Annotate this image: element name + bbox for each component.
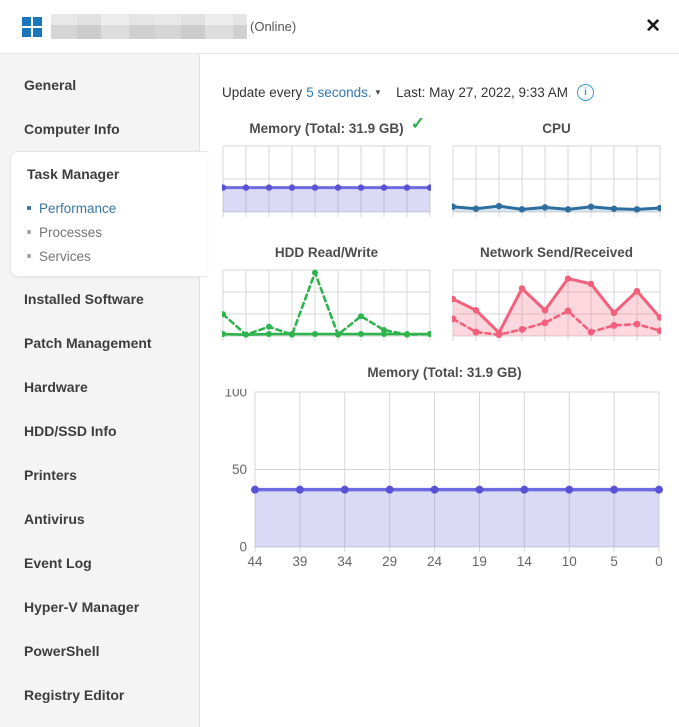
sidebar-item-powershell[interactable]: PowerShell <box>0 629 199 673</box>
sidebar-active-section-card: Task Manager Performance Processes Servi… <box>10 151 207 277</box>
sidebar-item-computer-info[interactable]: Computer Info <box>0 107 199 151</box>
sidebar-item-task-manager[interactable]: Task Manager <box>11 152 207 196</box>
network-plot <box>452 269 661 343</box>
svg-text:100: 100 <box>224 389 247 400</box>
network-chart: Network Send/Received <box>452 219 661 343</box>
svg-text:50: 50 <box>232 462 247 477</box>
sidebar-subitem-services[interactable]: Services <box>11 244 207 268</box>
memory-small-chart: Memory (Total: 31.9 GB) ✓ <box>222 121 431 219</box>
sidebar-item-hyper-v-manager[interactable]: Hyper-V Manager <box>0 585 199 629</box>
chart-title-hdd: HDD Read/Write <box>222 245 431 263</box>
svg-text:29: 29 <box>382 554 397 569</box>
svg-text:0: 0 <box>239 540 247 555</box>
update-prefix-label: Update every <box>222 85 302 100</box>
chevron-down-icon[interactable]: ▾ <box>376 87 381 98</box>
sidebar-nav: General Computer Info Task Manager Perfo… <box>0 54 200 727</box>
sidebar-subitem-performance[interactable]: Performance <box>11 196 207 220</box>
hdd-chart: HDD Read/Write <box>222 219 431 343</box>
cpu-small-chart: CPU <box>452 121 661 219</box>
chart-title-memory: Memory (Total: 31.9 GB) <box>222 121 431 139</box>
sidebar-item-hardware[interactable]: Hardware <box>0 365 199 409</box>
sidebar-item-event-log[interactable]: Event Log <box>0 541 199 585</box>
memory-small-plot <box>222 145 431 219</box>
windows-logo-icon <box>22 17 41 36</box>
check-icon: ✓ <box>411 114 425 134</box>
svg-text:24: 24 <box>427 554 443 569</box>
svg-text:39: 39 <box>292 554 307 569</box>
chart-title-network: Network Send/Received <box>452 245 661 263</box>
sidebar-item-hdd-ssd-info[interactable]: HDD/SSD Info <box>0 409 199 453</box>
sidebar-item-registry-editor[interactable]: Registry Editor <box>0 673 199 717</box>
svg-text:44: 44 <box>247 554 263 569</box>
update-interval-link[interactable]: 5 seconds. <box>306 85 371 100</box>
svg-text:5: 5 <box>610 554 618 569</box>
close-icon[interactable]: ✕ <box>645 17 661 36</box>
sidebar-item-printers[interactable]: Printers <box>0 453 199 497</box>
memory-large-chart: Memory (Total: 31.9 GB) 0501004439342924… <box>222 365 667 571</box>
svg-text:19: 19 <box>472 554 487 569</box>
online-status: (Online) <box>250 19 296 34</box>
device-dialog: (Online) ✕ General Computer Info Task Ma… <box>0 0 679 727</box>
sidebar-subitem-processes[interactable]: Processes <box>11 220 207 244</box>
svg-text:0: 0 <box>655 554 663 569</box>
svg-text:14: 14 <box>517 554 533 569</box>
chart-title-cpu: CPU <box>452 121 661 139</box>
sidebar-item-antivirus[interactable]: Antivirus <box>0 497 199 541</box>
info-icon[interactable]: i <box>577 84 594 101</box>
cpu-small-plot <box>452 145 661 219</box>
memory-large-plot: 050100443934292419141050 <box>222 389 667 571</box>
redacted-computer-name <box>51 14 247 39</box>
last-updated-label: Last: May 27, 2022, 9:33 AM <box>396 85 568 100</box>
performance-panel: Update every 5 seconds. ▾ Last: May 27, … <box>200 54 679 727</box>
svg-text:34: 34 <box>337 554 353 569</box>
sidebar-item-installed-software[interactable]: Installed Software <box>0 277 199 321</box>
update-toolbar: Update every 5 seconds. ▾ Last: May 27, … <box>222 84 679 101</box>
sidebar-item-patch-management[interactable]: Patch Management <box>0 321 199 365</box>
sidebar-item-general[interactable]: General <box>0 63 199 107</box>
hdd-plot <box>222 269 431 343</box>
dialog-titlebar: (Online) ✕ <box>0 0 679 54</box>
svg-text:10: 10 <box>562 554 577 569</box>
chart-title-memory-large: Memory (Total: 31.9 GB) <box>222 365 667 383</box>
